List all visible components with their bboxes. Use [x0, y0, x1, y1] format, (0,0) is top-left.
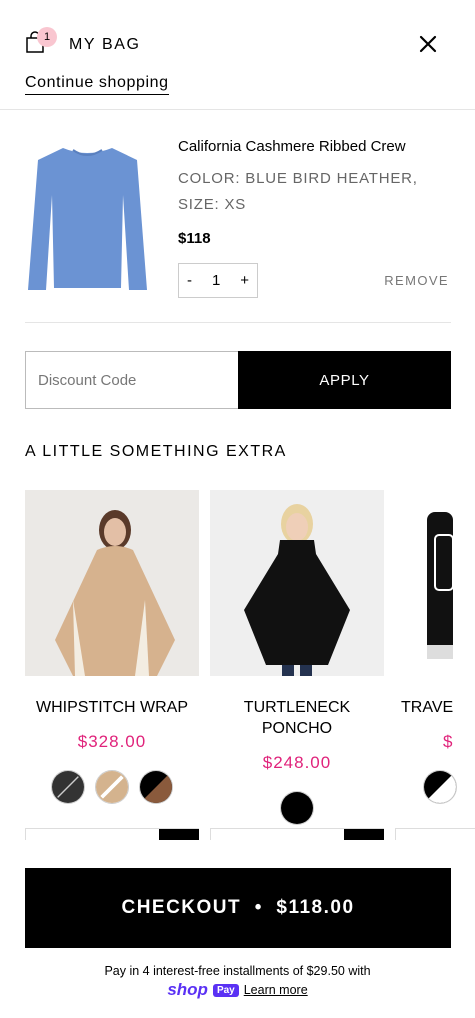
shop-pay-line: shop Pay Learn more [0, 980, 475, 1000]
product-card[interactable]: WHIPSTITCH WRAP $328.00 [25, 490, 199, 840]
swatch-charcoal[interactable] [51, 770, 85, 804]
shop-logo: shop [167, 980, 208, 999]
add-to-bag-row [25, 828, 199, 840]
product-price: $ [443, 732, 454, 751]
bag-count-badge: 1 [37, 27, 57, 47]
wrap-product-image[interactable] [25, 490, 199, 676]
discount-form: APPLY [25, 351, 451, 409]
swatch-black-white[interactable] [423, 770, 457, 804]
quantity-value: 1 [211, 272, 221, 289]
swatch-group [395, 770, 475, 804]
item-size: SIZE: XS [178, 196, 247, 213]
checkout-button[interactable]: CHECKOUT • $118.00 [25, 868, 451, 948]
cart-item: California Cashmere Ribbed Crew COLOR: B… [25, 130, 451, 323]
travel-product-image[interactable] [395, 490, 475, 676]
learn-more-link[interactable]: Learn more [244, 983, 308, 997]
decrease-quantity-button[interactable]: - [187, 272, 192, 289]
swatch-black-brown[interactable] [139, 770, 173, 804]
increase-quantity-button[interactable]: + [240, 272, 249, 289]
product-name[interactable]: TURTLENECK PONCHO [210, 697, 384, 739]
swatch-group [210, 791, 384, 825]
add-to-bag-button[interactable] [159, 829, 199, 840]
add-to-bag-row [395, 828, 475, 840]
product-name[interactable]: TRAVE [395, 697, 475, 718]
continue-shopping-link[interactable]: Continue shopping [25, 74, 169, 95]
bag-title: MY BAG [69, 36, 141, 53]
close-icon[interactable] [415, 31, 441, 57]
product-card[interactable]: TURTLENECK PONCHO $248.00 [210, 490, 384, 840]
shop-pay-badge: Pay [212, 983, 239, 997]
bag-header: 1 MY BAG Continue shopping [0, 0, 475, 110]
product-price: $248.00 [262, 753, 332, 772]
item-price: $118 [178, 230, 211, 247]
discount-code-input[interactable] [25, 351, 238, 409]
poncho-product-image[interactable] [210, 490, 384, 676]
item-name[interactable]: California Cashmere Ribbed Crew [178, 138, 406, 155]
add-to-bag-row [210, 828, 384, 840]
swatch-black[interactable] [280, 791, 314, 825]
installments-text: Pay in 4 interest-free installments of $… [104, 964, 371, 978]
remove-item-button[interactable]: REMOVE [384, 273, 449, 288]
item-color: COLOR: BLUE BIRD HEATHER, [178, 170, 418, 187]
upsell-carousel[interactable]: WHIPSTITCH WRAP $328.00 TURTLENECK PONCH… [25, 490, 475, 840]
product-name[interactable]: WHIPSTITCH WRAP [25, 697, 199, 718]
upsell-section-title: A LITTLE SOMETHING EXTRA [25, 443, 287, 460]
swatch-camel[interactable] [95, 770, 129, 804]
sweater-product-image[interactable] [25, 140, 150, 290]
product-price: $328.00 [77, 732, 147, 751]
quantity-stepper: - 1 + [178, 263, 258, 298]
add-to-bag-button[interactable] [344, 829, 384, 840]
apply-button[interactable]: APPLY [238, 351, 451, 409]
product-card[interactable]: TRAVE $ [395, 490, 475, 840]
swatch-group [25, 770, 199, 804]
